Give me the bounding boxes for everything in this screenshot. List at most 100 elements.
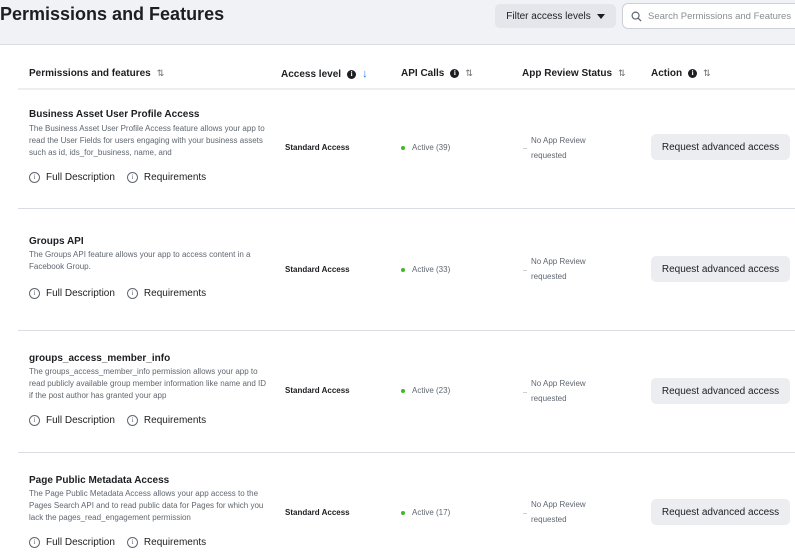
column-header-access-level[interactable]: Access level i ↓ <box>281 68 368 80</box>
permission-description: The Business Asset User Profile Access f… <box>29 124 265 158</box>
link-label: Requirements <box>143 288 207 299</box>
api-calls-label: Active (39) <box>412 143 451 152</box>
status-dash <box>523 270 527 271</box>
api-calls-label: Active (23) <box>412 386 451 395</box>
caret-down-icon <box>596 13 605 19</box>
request-advanced-access-button[interactable]: Request advanced access <box>651 134 790 160</box>
api-calls-status: Active (17) <box>401 508 450 517</box>
access-level-badge: Standard Access <box>285 508 350 517</box>
permission-description: The groups_access_member_info permission… <box>29 367 267 401</box>
active-dot-icon <box>401 510 405 515</box>
permission-description: The Page Public Metadata Access allows y… <box>29 489 264 523</box>
info-icon[interactable]: i <box>347 69 357 79</box>
app-review-status: No App Review requested <box>531 134 611 163</box>
review-line: requested <box>531 271 567 281</box>
active-dot-icon <box>401 145 405 150</box>
permission-title: Groups API <box>29 236 84 247</box>
link-label: Full Description <box>46 537 115 548</box>
sort-icon[interactable]: ⇅ <box>618 68 625 79</box>
full-description-link[interactable]: i Full Description <box>29 415 115 426</box>
column-header-api-calls[interactable]: API Calls i ⇅ <box>401 68 473 79</box>
review-line: requested <box>531 150 567 160</box>
column-header-label: Permissions and features <box>29 68 151 79</box>
link-label: Requirements <box>143 537 207 548</box>
requirements-link[interactable]: i Requirements <box>126 172 207 183</box>
link-label: Full Description <box>46 172 115 183</box>
active-dot-icon <box>401 267 405 272</box>
link-label: Full Description <box>46 288 115 299</box>
api-calls-label: Active (17) <box>412 508 451 517</box>
filter-label: Filter access levels <box>506 10 591 22</box>
column-header-label: Action <box>651 68 683 79</box>
info-icon[interactable]: i <box>688 69 698 78</box>
row-divider <box>18 330 795 331</box>
review-line: requested <box>531 514 567 524</box>
column-header-action[interactable]: Action i ⇅ <box>651 68 711 79</box>
info-icon[interactable]: i <box>450 69 460 78</box>
status-dash <box>523 392 527 393</box>
link-label: Full Description <box>46 415 115 426</box>
permission-links: i Full Description i Requirements <box>29 172 206 183</box>
access-level-badge: Standard Access <box>285 386 350 395</box>
review-line: No App Review <box>531 379 586 388</box>
sort-icon[interactable]: ⇅ <box>703 68 710 79</box>
active-dot-icon <box>401 388 405 393</box>
app-review-status: No App Review requested <box>531 377 611 406</box>
app-review-status: No App Review requested <box>531 255 611 284</box>
filter-access-levels-dropdown[interactable]: Filter access levels <box>495 4 616 28</box>
status-dash <box>523 513 527 514</box>
search-box[interactable] <box>622 3 795 29</box>
info-circle-icon: i <box>29 172 40 183</box>
link-label: Requirements <box>143 415 207 426</box>
info-circle-icon: i <box>29 288 40 299</box>
request-advanced-access-button[interactable]: Request advanced access <box>651 256 790 282</box>
sort-icon[interactable]: ⇅ <box>157 68 164 79</box>
status-dash <box>523 148 527 149</box>
access-level-badge: Standard Access <box>285 265 350 274</box>
review-line: requested <box>531 393 567 403</box>
permission-title: groups_access_member_info <box>29 353 171 364</box>
api-calls-label: Active (33) <box>412 265 451 274</box>
full-description-link[interactable]: i Full Description <box>29 537 115 548</box>
sort-descending-icon[interactable]: ↓ <box>362 68 368 80</box>
review-line: No App Review <box>531 136 586 145</box>
request-advanced-access-button[interactable]: Request advanced access <box>651 378 790 404</box>
info-circle-icon: i <box>126 288 138 299</box>
header-divider <box>18 88 795 90</box>
requirements-link[interactable]: i Requirements <box>126 288 207 299</box>
requirements-link[interactable]: i Requirements <box>126 537 207 548</box>
api-calls-status: Active (23) <box>401 386 450 395</box>
link-label: Requirements <box>143 172 207 183</box>
info-circle-icon: i <box>126 537 138 548</box>
review-line: No App Review <box>531 257 586 266</box>
api-calls-status: Active (33) <box>401 265 450 274</box>
page-title: Permissions and Features <box>0 4 225 24</box>
permission-links: i Full Description i Requirements <box>29 537 206 548</box>
permission-title: Page Public Metadata Access <box>29 475 170 486</box>
info-circle-icon: i <box>126 415 138 426</box>
permission-links: i Full Description i Requirements <box>29 415 206 426</box>
info-circle-icon: i <box>126 172 138 183</box>
row-divider <box>18 452 795 453</box>
full-description-link[interactable]: i Full Description <box>29 172 115 183</box>
column-header-label: API Calls <box>401 68 445 79</box>
search-icon <box>631 11 642 22</box>
permission-description: The Groups API feature allows your app t… <box>29 250 251 272</box>
permission-title: Business Asset User Profile Access <box>29 109 200 120</box>
row-divider <box>18 208 795 209</box>
column-header-permissions[interactable]: Permissions and features ⇅ <box>29 68 164 79</box>
requirements-link[interactable]: i Requirements <box>126 415 207 426</box>
info-circle-icon: i <box>29 415 40 426</box>
column-header-label: App Review Status <box>522 68 613 79</box>
api-calls-status: Active (39) <box>401 143 450 152</box>
review-line: No App Review <box>531 500 586 509</box>
request-advanced-access-button[interactable]: Request advanced access <box>651 499 790 525</box>
column-header-label: Access level <box>281 68 342 80</box>
sort-icon[interactable]: ⇅ <box>465 68 472 79</box>
column-header-app-review-status[interactable]: App Review Status ⇅ <box>522 68 626 79</box>
app-review-status: No App Review requested <box>531 498 611 527</box>
info-circle-icon: i <box>29 537 40 548</box>
access-level-badge: Standard Access <box>285 143 350 152</box>
search-input[interactable] <box>648 10 795 22</box>
full-description-link[interactable]: i Full Description <box>29 288 115 299</box>
